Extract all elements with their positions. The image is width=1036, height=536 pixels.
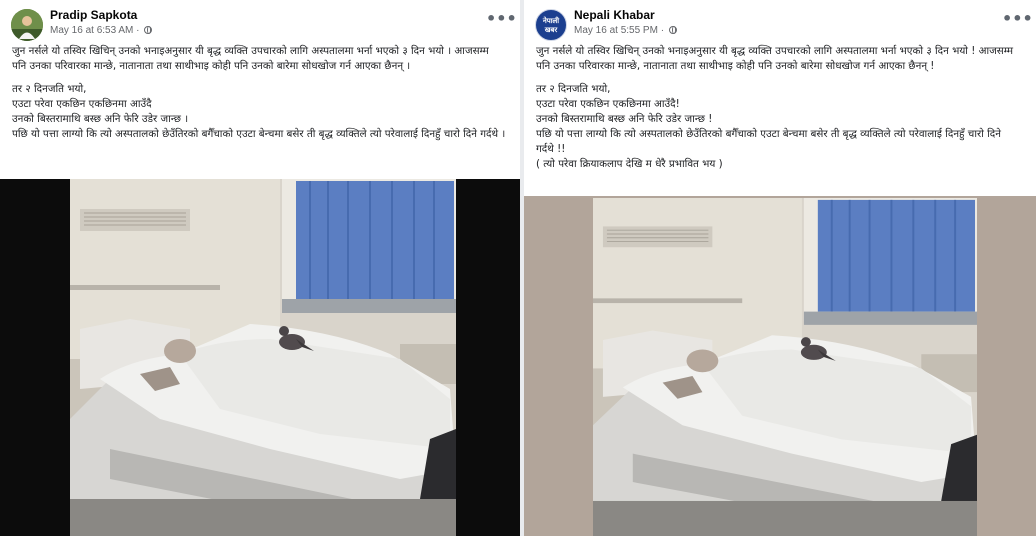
hospital-bed-pigeon-photo [70,179,456,536]
post-photo-container[interactable] [524,196,1036,536]
globe-icon [668,26,677,34]
avatar[interactable]: नेपाली खबर [535,9,567,41]
post-text: जुन नर्सले यो तस्विर खिचिन् उनको भनाइअनु… [536,44,1022,172]
post-photo-container[interactable] [0,179,520,536]
avatar[interactable] [11,9,43,41]
paragraph: एउटा परेवा एकछिन एकछिनमा आउँदै [12,98,152,110]
globe-icon [144,26,153,34]
post-meta: May 16 at 5:55 PM · [574,25,677,36]
post-nepali-khabar: नेपाली खबर Nepali Khabar May 16 at 5:55 … [524,0,1036,536]
hospital-bed-pigeon-photo [593,198,977,536]
separator-dot: · [136,25,143,36]
paragraph: जुन नर्सले यो तस्विर खिचिन् उनको भनाइअनु… [12,45,489,72]
paragraph: जुन नर्सले यो तस्विर खिचिन् उनको भनाइअनु… [536,45,1014,72]
timestamp[interactable]: May 16 at 5:55 PM [574,25,658,36]
more-options-button[interactable]: ••• [486,11,517,32]
profile-photo [11,9,43,41]
author-name[interactable]: Nepali Khabar [574,8,655,22]
paragraph: ( त्यो परेवा क्रियाकलाप देखि म धेरै प्रभ… [536,158,723,170]
paragraph: उनको बिस्तरामाथि बस्छ अनि फेरि उडेर जान्… [12,113,189,125]
post-meta: May 16 at 6:53 AM · [50,25,153,36]
post-pradip-sapkota: Pradip Sapkota May 16 at 6:53 AM · ••• ज… [0,0,520,536]
timestamp[interactable]: May 16 at 6:53 AM [50,25,133,36]
paragraph: तर २ दिनजति भयो, [12,83,87,95]
more-options-button[interactable]: ••• [1002,11,1033,32]
post-header: Pradip Sapkota May 16 at 6:53 AM · ••• [0,0,520,42]
paragraph: एउटा परेवा एकछिन एकछिनमा आउँदै! [536,98,680,110]
paragraph: पछि यो पत्ता लाग्यो कि त्यो अस्पतालको छे… [12,128,506,140]
paragraph: तर २ दिनजति भयो, [536,83,611,95]
paragraph: उनको बिस्तरामाथि बस्छ अनि फेरि उडेर जान्… [536,113,713,125]
post-text: जुन नर्सले यो तस्विर खिचिन् उनको भनाइअनु… [12,44,506,142]
author-name[interactable]: Pradip Sapkota [50,8,137,22]
post-header: नेपाली खबर Nepali Khabar May 16 at 5:55 … [524,0,1036,42]
paragraph: पछि यो पत्ता लाग्यो कि त्यो अस्पतालको छे… [536,128,1001,155]
separator-dot: · [660,25,667,36]
